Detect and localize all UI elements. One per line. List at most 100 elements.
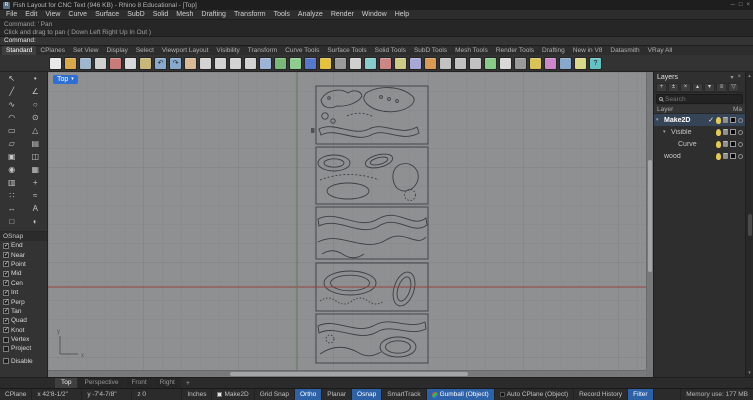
minimize-button[interactable]: ─ [731, 2, 735, 8]
osnap-checkbox-row[interactable]: Int [0, 288, 47, 297]
status-item[interactable]: Memory use: 177 MB [680, 389, 753, 400]
status-item[interactable]: z 0 [132, 389, 183, 400]
osnap-checkbox-row[interactable]: Perp [0, 297, 47, 306]
array-tool[interactable]: ∷ [0, 189, 24, 202]
line-tool[interactable]: ╱ [0, 85, 24, 98]
pointer-tool[interactable]: ↖ [0, 72, 24, 85]
layers-icon[interactable] [544, 56, 557, 70]
toolbar-tab[interactable]: Mesh Tools [451, 46, 492, 55]
zoom-extents-icon[interactable] [229, 56, 242, 70]
layer-visibility-bulb-icon[interactable] [716, 140, 721, 148]
viewport-tab[interactable]: Top [55, 378, 78, 388]
layer-color-swatch[interactable] [730, 153, 736, 159]
status-item[interactable]: Make2D [212, 389, 255, 400]
checkbox-icon[interactable] [3, 358, 9, 365]
osnap-disable-row[interactable]: Disable [0, 357, 47, 366]
layer-material-icon[interactable] [738, 129, 743, 135]
sun-icon[interactable] [319, 56, 332, 70]
toolbar-tab[interactable]: CPlanes [36, 46, 69, 55]
grid-icon[interactable] [334, 56, 347, 70]
layer-visibility-bulb-icon[interactable] [716, 116, 721, 124]
viewport-canvas[interactable]: x y [48, 72, 646, 370]
menu-item[interactable]: Analyze [294, 10, 327, 20]
viewport-title-dropdown[interactable]: Top ▾ [53, 75, 78, 84]
checkbox-icon[interactable] [3, 260, 9, 268]
layer-lock-icon[interactable] [723, 153, 728, 159]
layer-menu-icon[interactable]: ≡ [716, 82, 727, 92]
delete-layer-icon[interactable]: × [680, 82, 691, 92]
explode-icon[interactable] [424, 56, 437, 70]
layer-search-box[interactable] [656, 94, 743, 104]
layer-row[interactable]: wood ✓ [654, 150, 745, 162]
rotate-icon[interactable] [364, 56, 377, 70]
osnap-checkbox-row[interactable]: Knot [0, 326, 47, 335]
osnap-checkbox-row[interactable]: Quad [0, 316, 47, 325]
solid-tools-icon[interactable]: ◫ [24, 150, 48, 163]
status-item[interactable]: Ortho [294, 389, 323, 400]
osnap-checkbox-row[interactable]: Near [0, 250, 47, 259]
menu-item[interactable]: Window [358, 10, 391, 20]
checkbox-icon[interactable] [3, 326, 9, 334]
layer-lock-icon[interactable] [723, 141, 728, 147]
dimension-tool[interactable]: ↔ [0, 202, 24, 215]
rectangle-tool[interactable]: ▭ [0, 124, 24, 137]
scrollbar-thumb[interactable] [747, 213, 752, 236]
layer-color-swatch[interactable] [730, 141, 736, 147]
material-column-header[interactable]: Ma [733, 106, 742, 113]
osnap-checkbox-row[interactable]: End [0, 241, 47, 250]
notes-icon[interactable] [574, 56, 587, 70]
mirror-icon[interactable] [394, 56, 407, 70]
toolbar-tab[interactable]: VRay All [644, 46, 677, 55]
render-icon[interactable] [304, 56, 317, 70]
viewport-layout-icon[interactable] [274, 56, 287, 70]
menu-item[interactable]: Surface [91, 10, 123, 20]
toolbar-tab[interactable]: Display [103, 46, 132, 55]
status-item[interactable]: Filter [628, 389, 654, 400]
status-item[interactable]: Record History [574, 389, 629, 400]
new-file-icon[interactable] [49, 56, 62, 70]
toolbar-tab[interactable]: Visibility [212, 46, 243, 55]
checkbox-icon[interactable] [3, 270, 9, 277]
menu-item[interactable]: SubD [123, 10, 149, 20]
close-panel-icon[interactable]: × [736, 74, 742, 81]
redo-icon[interactable]: ↷ [169, 56, 182, 70]
layer-row[interactable]: Curve ✓ [654, 138, 745, 150]
offset-icon[interactable] [469, 56, 482, 70]
status-item[interactable]: Planar [322, 389, 353, 400]
panel-scrollbar[interactable]: ▴ ▾ [745, 72, 753, 377]
analyze-tool[interactable]: ≈ [24, 189, 48, 202]
object-marker[interactable] [311, 128, 315, 133]
circle-tool[interactable]: ○ [24, 98, 48, 111]
menu-item[interactable]: Help [391, 10, 413, 20]
print-icon[interactable] [94, 56, 107, 70]
menu-item[interactable]: File [2, 10, 21, 20]
menu-item[interactable]: Edit [21, 10, 41, 20]
save-icon[interactable] [79, 56, 92, 70]
status-item[interactable]: Auto CPlane (Object) [495, 389, 575, 400]
curve-tool[interactable]: ∿ [0, 98, 24, 111]
undo-icon[interactable]: ↶ [154, 56, 167, 70]
menu-item[interactable]: Tools [270, 10, 294, 20]
hide-icon[interactable] [514, 56, 527, 70]
layer-name[interactable]: Visible [671, 129, 714, 136]
checkbox-icon[interactable] [3, 251, 9, 259]
osnap-checkbox-row[interactable]: Vertex [0, 335, 47, 344]
polygon-tool[interactable]: △ [24, 124, 48, 137]
checkbox-icon[interactable] [3, 307, 9, 315]
layer-row[interactable]: ▾ Make2D ✓ [654, 114, 745, 126]
toolbar-tab[interactable]: Select [132, 46, 158, 55]
surface-tool[interactable]: ▱ [0, 137, 24, 150]
status-item[interactable]: SmartTrack [382, 389, 427, 400]
zoom-dynamic-icon[interactable] [199, 56, 212, 70]
status-item[interactable]: Grid Snap [255, 389, 295, 400]
viewport-tab[interactable]: Perspective [78, 378, 125, 388]
layer-row[interactable]: ▾ Visible ✓ [654, 126, 745, 138]
osnap-checkbox-row[interactable]: Tan [0, 307, 47, 316]
scroll-up-icon[interactable]: ▴ [748, 73, 751, 79]
checkbox-icon[interactable] [3, 345, 9, 352]
new-layer-icon[interactable]: + [656, 82, 667, 92]
status-item[interactable]: CPlane [0, 389, 33, 400]
toolbar-tab[interactable]: Viewport Layout [158, 46, 213, 55]
menu-item[interactable]: Render [327, 10, 358, 20]
new-sublayer-icon[interactable]: ± [668, 82, 679, 92]
